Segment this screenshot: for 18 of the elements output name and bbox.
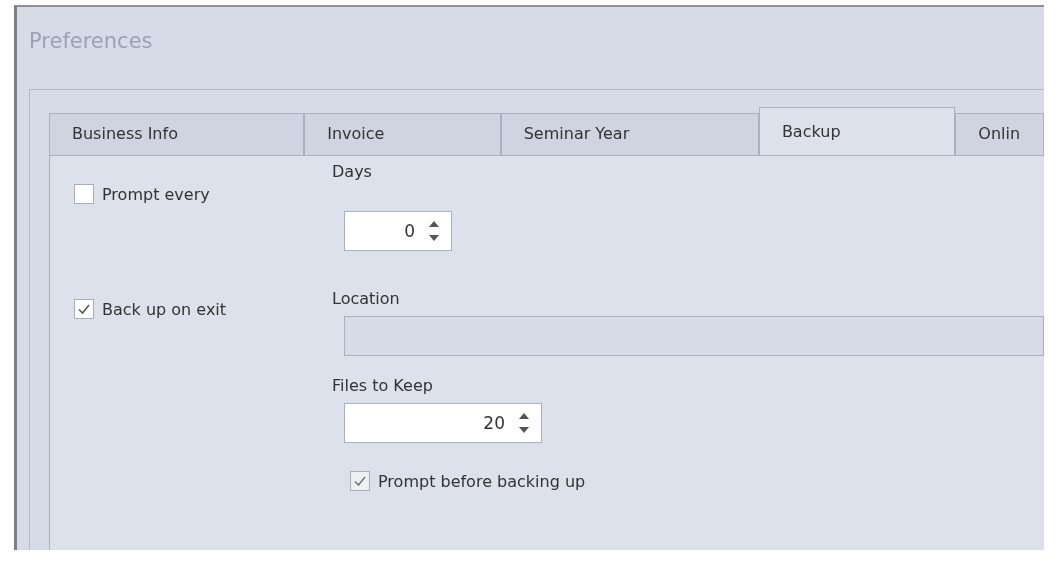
checkbox-label: Prompt every (102, 184, 210, 204)
tab[interactable]: Onlin (955, 113, 1044, 155)
field-label: Location (332, 289, 400, 308)
spinner-field[interactable]: 20 (344, 403, 542, 443)
checkbox-label: Back up on exit (102, 299, 227, 319)
input-field[interactable] (344, 316, 1044, 356)
tab[interactable]: Backup (758, 107, 956, 155)
spinner-field[interactable]: 0 (344, 211, 452, 251)
field-label: Days (332, 162, 372, 181)
checkbox[interactable] (74, 299, 94, 319)
window-title: Preferences (29, 29, 154, 55)
checkbox[interactable] (350, 471, 370, 491)
checkbox-label: Prompt before backing up (378, 471, 586, 491)
checkbox[interactable] (74, 184, 94, 204)
tab[interactable]: Business Info (49, 113, 305, 155)
field-label: Files to Keep (332, 376, 433, 395)
tab[interactable]: Invoice (304, 113, 501, 155)
tab[interactable]: Seminar Year (500, 113, 759, 155)
